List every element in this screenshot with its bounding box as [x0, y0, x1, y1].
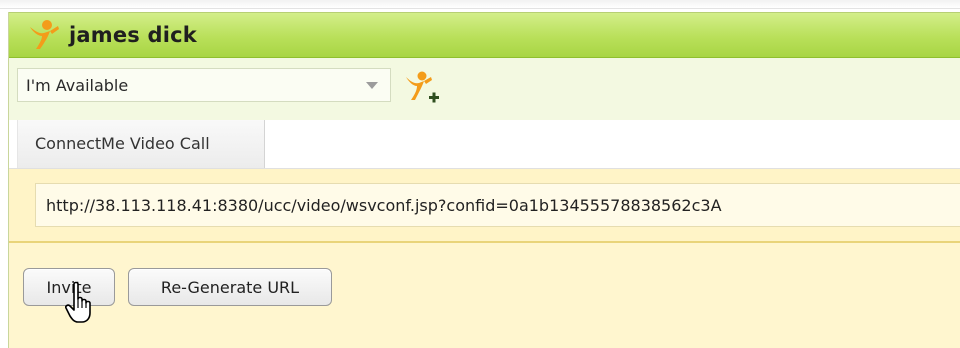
tab-label: ConnectMe Video Call — [35, 134, 210, 153]
presence-status-select[interactable]: I'm Available — [17, 68, 391, 102]
action-buttons-area: Invite Re-Generate URL — [9, 243, 960, 348]
video-url-area — [9, 169, 960, 243]
presence-status-value: I'm Available — [26, 76, 129, 95]
connectme-person-icon — [30, 20, 59, 49]
status-row: I'm Available — [9, 58, 960, 121]
tab-connectme-video-call[interactable]: ConnectMe Video Call — [17, 120, 265, 168]
page: james dick I'm Available ConnectMe Video… — [0, 0, 960, 348]
panel-header: james dick — [9, 12, 960, 59]
video-url-field[interactable] — [35, 183, 960, 227]
regenerate-url-button[interactable]: Re-Generate URL — [128, 268, 332, 306]
top-divider — [0, 0, 960, 9]
add-contact-icon[interactable] — [403, 68, 443, 108]
contact-name: james dick — [69, 23, 197, 47]
tab-strip: ConnectMe Video Call — [9, 120, 960, 169]
invite-button[interactable]: Invite — [23, 268, 115, 306]
chevron-down-icon — [366, 82, 378, 89]
connectme-panel: james dick I'm Available ConnectMe Video… — [8, 12, 960, 348]
